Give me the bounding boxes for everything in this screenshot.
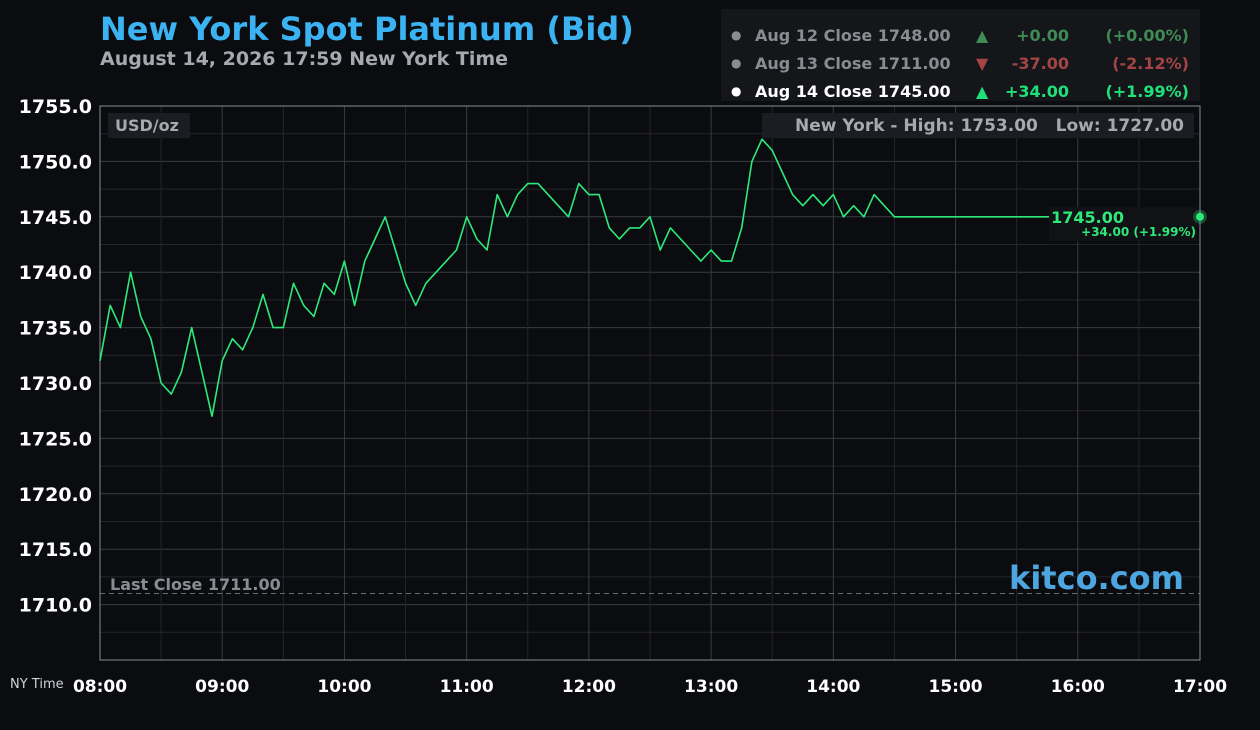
y-tick-label: 1710.0 xyxy=(19,595,92,617)
y-tick-label: 1755.0 xyxy=(19,96,92,118)
high-low-label: New York - High: 1753.00 Low: 1727.00 xyxy=(795,116,1184,136)
unit-label: USD/oz xyxy=(115,116,179,135)
y-tick-label: 1725.0 xyxy=(19,428,92,450)
x-tick-label: 17:00 xyxy=(1173,677,1227,697)
x-tick-label: 15:00 xyxy=(928,677,982,697)
y-tick-label: 1740.0 xyxy=(19,262,92,284)
x-tick-label: 14:00 xyxy=(806,677,860,697)
x-tick-label: 11:00 xyxy=(440,677,494,697)
y-tick-label: 1750.0 xyxy=(19,151,92,173)
x-tick-label: 12:00 xyxy=(562,677,616,697)
x-tick-label: 10:00 xyxy=(317,677,371,697)
y-tick-label: 1745.0 xyxy=(19,207,92,229)
y-tick-label: 1735.0 xyxy=(19,318,92,340)
last-close-label: Last Close 1711.00 xyxy=(110,575,281,594)
x-tick-label: 16:00 xyxy=(1051,677,1105,697)
platinum-price-chart: USD/oz New York - High: 1753.00 Low: 172… xyxy=(10,96,1227,697)
kitco-watermark: kitco.com xyxy=(1009,559,1184,597)
last-price-marker xyxy=(1196,212,1204,221)
x-tick-label: 13:00 xyxy=(684,677,738,697)
y-tick-label: 1720.0 xyxy=(19,484,92,506)
y-tick-label: 1730.0 xyxy=(19,373,92,395)
x-axis-label: NY Time xyxy=(10,677,64,692)
x-tick-label: 08:00 xyxy=(73,677,127,697)
y-tick-label: 1715.0 xyxy=(19,539,92,561)
current-change-label: +34.00 (+1.99%) xyxy=(1081,225,1196,239)
x-tick-label: 09:00 xyxy=(195,677,249,697)
